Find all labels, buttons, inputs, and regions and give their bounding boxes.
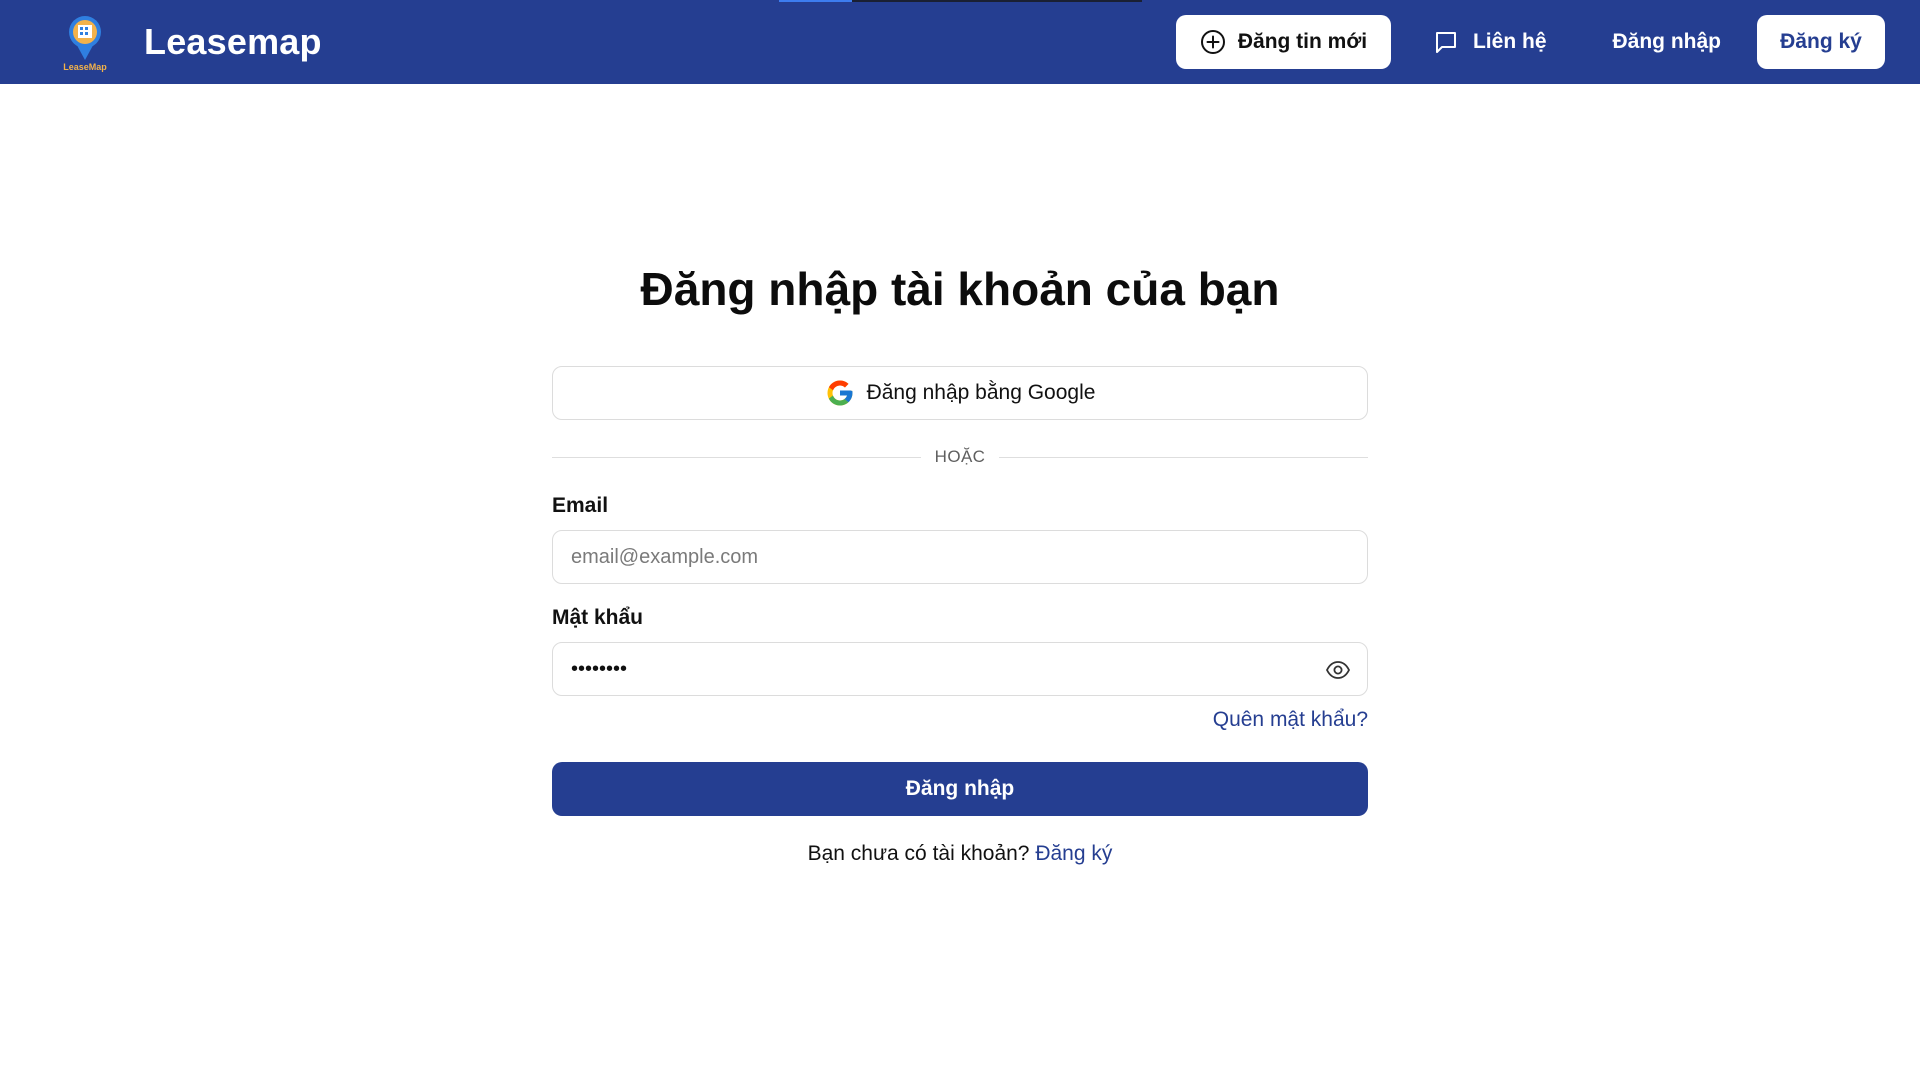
login-submit-label: Đăng nhập <box>905 777 1015 800</box>
google-icon <box>827 380 853 406</box>
post-new-listing-label: Đăng tin mới <box>1237 30 1368 53</box>
or-divider-text: HOẶC <box>934 447 986 466</box>
post-new-listing-button[interactable]: Đăng tin mới <box>1175 15 1391 69</box>
page-title: Đăng nhập tài khoản của bạn <box>640 263 1280 315</box>
brand-home-link[interactable]: LeaseMap Leasemap <box>60 8 322 76</box>
divider-line-right <box>999 456 1368 458</box>
google-login-button[interactable]: Đăng nhập bằng Google <box>552 366 1368 420</box>
or-divider: HOẶC <box>552 446 1368 468</box>
leasemap-logo: LeaseMap <box>60 12 110 72</box>
no-account-text: Bạn chưa có tài khoản? <box>807 842 1030 865</box>
email-input[interactable] <box>553 531 1367 583</box>
contact-link[interactable]: Liên hệ <box>1433 29 1547 55</box>
top-navbar: LeaseMap Leasemap Đăng tin mới Liên hệ Đ… <box>0 0 1920 84</box>
login-nav-label: Đăng nhập <box>1612 30 1722 53</box>
page-loading-bar <box>779 0 1142 2</box>
brand-name: Leasemap <box>144 21 322 62</box>
password-field-wrapper <box>552 642 1368 696</box>
forgot-password-row: Quên mật khẩu? <box>552 708 1368 736</box>
register-nav-button[interactable]: Đăng ký <box>1757 15 1885 69</box>
plus-circle-icon <box>1200 30 1225 54</box>
logo-wordmark: LeaseMap <box>63 62 107 72</box>
page-loading-bar-fill <box>779 0 852 2</box>
register-nav-label: Đăng ký <box>1780 30 1862 53</box>
email-label: Email <box>552 494 609 517</box>
header-nav: Đăng tin mới Liên hệ Đăng nhập Đăng ký <box>1175 15 1885 69</box>
eye-icon[interactable] <box>1325 657 1351 683</box>
password-label: Mật khẩu <box>552 606 644 629</box>
signup-link[interactable]: Đăng ký <box>1035 842 1112 865</box>
password-input[interactable] <box>553 643 1367 695</box>
google-login-label: Đăng nhập bằng Google <box>866 381 1096 404</box>
contact-label: Liên hệ <box>1472 30 1547 53</box>
chat-bubble-icon <box>1435 32 1456 53</box>
login-form: Đăng nhập bằng Google HOẶC Email Mật khẩ… <box>552 366 1368 866</box>
divider-line-left <box>552 456 921 458</box>
login-nav-link[interactable]: Đăng nhập <box>1613 30 1722 54</box>
login-submit-button[interactable]: Đăng nhập <box>552 762 1368 816</box>
forgot-password-link[interactable]: Quên mật khẩu? <box>1213 708 1368 731</box>
signup-prompt: Bạn chưa có tài khoản? Đăng ký <box>552 842 1368 866</box>
email-field-wrapper <box>552 530 1368 584</box>
